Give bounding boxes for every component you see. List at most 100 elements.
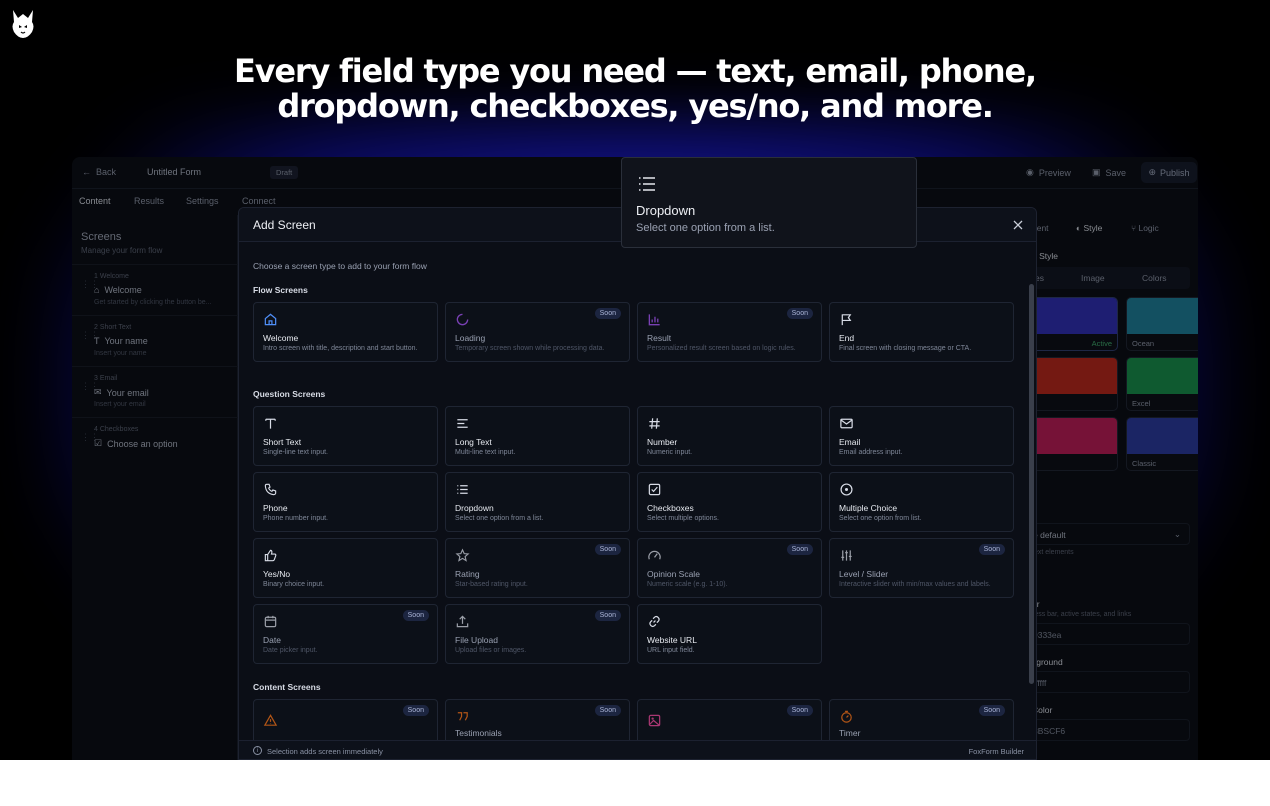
- card-desc: Numeric scale (e.g. 1-10).: [647, 581, 728, 588]
- phone-icon: [264, 483, 277, 496]
- timer-icon: [841, 710, 852, 723]
- card-desc: Temporary screen shown while processing …: [455, 345, 605, 352]
- card-title: Email: [839, 437, 861, 447]
- card-long-text[interactable]: Long Text Multi-line text input.: [445, 406, 630, 466]
- card-multiple-choice[interactable]: Multiple Choice Select one option from l…: [829, 472, 1014, 532]
- stage: Every field type you need — text, email,…: [0, 0, 1270, 806]
- card-title: Rating: [455, 569, 480, 579]
- card-title: Testimonials: [455, 728, 502, 738]
- card-title: Short Text: [263, 437, 302, 447]
- mail-icon: [840, 418, 853, 429]
- card-desc: Select one option from list.: [839, 515, 922, 522]
- card-opinion-scale[interactable]: Soon Opinion Scale Numeric scale (e.g. 1…: [637, 538, 822, 598]
- card-desc: Select multiple options.: [647, 515, 719, 522]
- headline: Every field type you need — text, email,…: [0, 54, 1270, 124]
- checkbox-icon: [648, 483, 661, 496]
- link-icon: [649, 615, 660, 628]
- list-icon: [457, 485, 468, 494]
- card-date[interactable]: Soon Date Date picker input.: [253, 604, 438, 664]
- card-title: Loading: [455, 333, 486, 343]
- card-title: Date: [263, 635, 281, 645]
- card-result[interactable]: Soon Result Personalized result screen b…: [637, 302, 822, 362]
- soon-badge: Soon: [594, 544, 621, 555]
- card-file-upload[interactable]: Soon File Upload Upload files or images.: [445, 604, 630, 664]
- sliders-icon: [841, 550, 852, 561]
- card-short-text[interactable]: Short Text Single-line text input.: [253, 406, 438, 466]
- soon-badge: Soon: [786, 308, 813, 319]
- card-desc: Email address input.: [839, 449, 903, 456]
- loader-icon: [456, 313, 469, 326]
- card-dropdown[interactable]: Dropdown Select one option from a list.: [445, 472, 630, 532]
- image-icon: [648, 714, 661, 727]
- card-title: File Upload: [455, 635, 498, 645]
- modal-footer: i Selection adds screen immediately FoxF…: [239, 740, 1036, 759]
- card-website-url[interactable]: Website URL URL input field.: [637, 604, 822, 664]
- soon-badge: Soon: [786, 705, 813, 716]
- card-desc: Upload files or images.: [455, 647, 527, 654]
- headline-line-1: Every field type you need — text, email,…: [234, 52, 1037, 90]
- card-desc: Binary choice input.: [263, 581, 325, 588]
- card-title: Long Text: [455, 437, 492, 447]
- card-email[interactable]: Email Email address input.: [829, 406, 1014, 466]
- section-title: Flow Screens: [253, 285, 308, 295]
- card-title: Checkboxes: [647, 503, 694, 513]
- soon-badge: Soon: [594, 705, 621, 716]
- card-desc: Intro screen with title, description and…: [263, 345, 418, 352]
- section-title: Question Screens: [253, 389, 326, 399]
- align-left-icon: [457, 419, 468, 428]
- card-desc: URL input field.: [647, 647, 695, 654]
- card-title: Dropdown: [455, 503, 494, 513]
- soon-badge: Soon: [978, 705, 1005, 716]
- card-level-slider[interactable]: Soon Level / Slider Interactive slider w…: [829, 538, 1014, 598]
- info-icon: i: [253, 746, 262, 755]
- card-number[interactable]: Number Numeric input.: [637, 406, 822, 466]
- modal-scrollbar[interactable]: [1029, 284, 1034, 684]
- card-welcome[interactable]: Welcome Intro screen with title, descrip…: [253, 302, 438, 362]
- bar-chart-icon: [648, 314, 660, 326]
- card-desc: Final screen with closing message or CTA…: [839, 345, 972, 352]
- card-desc: Date picker input.: [263, 647, 318, 654]
- hash-icon: [649, 418, 660, 429]
- card-title: Yes/No: [263, 569, 291, 579]
- section-title: Content Screens: [253, 682, 321, 692]
- footer-note: Selection adds screen immediately: [267, 747, 383, 756]
- tooltip-desc: Select one option from a list.: [636, 222, 775, 234]
- card-desc: Interactive slider with min/max values a…: [839, 581, 991, 588]
- card-end[interactable]: End Final screen with closing message or…: [829, 302, 1014, 362]
- card-desc: Star-based rating input.: [455, 581, 528, 588]
- star-icon: [455, 548, 470, 562]
- card-yes-no[interactable]: Yes/No Binary choice input.: [253, 538, 438, 598]
- calendar-icon: [264, 615, 277, 628]
- card-title: Welcome: [263, 333, 299, 343]
- fox-logo-icon: [12, 10, 34, 38]
- card-desc: Phone number input.: [263, 515, 328, 522]
- modal-intro: Choose a screen type to add to your form…: [253, 261, 427, 271]
- bottom-strip: [0, 760, 1270, 806]
- radio-icon: [840, 483, 853, 496]
- card-title: Result: [647, 333, 672, 343]
- text-icon: [265, 418, 276, 429]
- card-title: Opinion Scale: [647, 569, 700, 579]
- card-desc: Numeric input.: [647, 449, 693, 456]
- soon-badge: Soon: [402, 705, 429, 716]
- soon-badge: Soon: [594, 308, 621, 319]
- footer-brand: FoxForm Builder: [968, 747, 1024, 756]
- card-title: Website URL: [647, 635, 697, 645]
- flag-icon: [841, 314, 852, 326]
- card-rating[interactable]: Soon Rating Star-based rating input.: [445, 538, 630, 598]
- soon-badge: Soon: [978, 544, 1005, 555]
- card-phone[interactable]: Phone Phone number input.: [253, 472, 438, 532]
- card-title: Multiple Choice: [839, 503, 898, 513]
- thumbs-up-icon: [264, 549, 277, 562]
- list-icon: [639, 177, 655, 191]
- soon-badge: Soon: [594, 610, 621, 621]
- card-checkboxes[interactable]: Checkboxes Select multiple options.: [637, 472, 822, 532]
- gauge-icon: [648, 550, 661, 560]
- card-title: End: [839, 333, 855, 343]
- card-loading[interactable]: Soon Loading Temporary screen shown whil…: [445, 302, 630, 362]
- close-icon[interactable]: [1011, 218, 1025, 232]
- card-title: Level / Slider: [839, 569, 889, 579]
- soon-badge: Soon: [786, 544, 813, 555]
- hover-tooltip: Dropdown Select one option from a list.: [621, 157, 917, 248]
- card-desc: Personalized result screen based on logi…: [647, 345, 796, 352]
